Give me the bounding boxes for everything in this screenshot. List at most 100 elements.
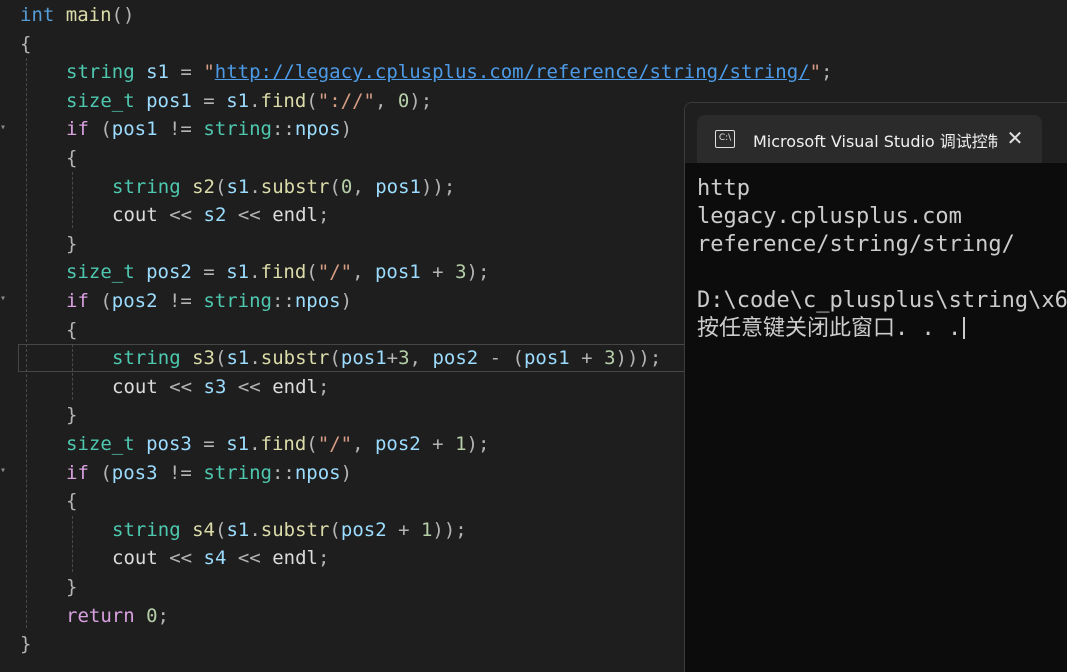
code-token: ,: [409, 347, 433, 370]
fold-marker-icon[interactable]: ▾: [0, 465, 6, 476]
code-line[interactable]: size_t pos3 = s1.find("/", pos2 + 1);: [66, 430, 489, 458]
code-token: pos2: [111, 290, 158, 312]
code-line[interactable]: if (pos1 != string::npos): [66, 115, 352, 143]
code-token: 3: [398, 347, 410, 370]
code-token: .: [249, 89, 261, 112]
debug-console-window[interactable]: C:\ Microsoft Visual Studio 调试控制台 ✕ http…: [684, 102, 1067, 672]
fold-marker-icon[interactable]: ▾: [0, 122, 6, 133]
code-token: pos1: [523, 347, 570, 370]
code-token: <<: [157, 547, 204, 570]
code-token: ;: [157, 604, 169, 627]
code-line[interactable]: string s1 = "http://legacy.cplusplus.com…: [66, 58, 833, 86]
code-token: find: [260, 261, 307, 284]
close-icon[interactable]: ✕: [1002, 125, 1028, 151]
code-token: size_t: [66, 433, 135, 455]
code-token: ;: [317, 547, 330, 570]
url-link[interactable]: http://legacy.cplusplus.com/reference/st…: [215, 61, 810, 83]
code-token: string: [203, 290, 272, 312]
code-token: s1: [146, 61, 169, 84]
code-token: if: [66, 290, 89, 312]
code-token: find: [260, 89, 307, 112]
code-line[interactable]: {: [66, 316, 77, 344]
code-token: s1: [226, 261, 250, 284]
code-token: !=: [157, 118, 204, 141]
code-token: .: [249, 175, 261, 198]
code-token: ::: [271, 290, 295, 312]
code-line[interactable]: return 0;: [66, 602, 169, 630]
code-token: =: [191, 89, 227, 112]
code-line[interactable]: string s4(s1.substr(pos2 + 1));: [112, 516, 467, 544]
code-line[interactable]: {: [20, 30, 31, 58]
code-line[interactable]: if (pos3 != string::npos): [66, 459, 352, 487]
code-line[interactable]: }: [66, 230, 77, 258]
code-line[interactable]: cout << s3 << endl;: [112, 373, 329, 401]
console-tab[interactable]: C:\ Microsoft Visual Studio 调试控制台 ✕: [697, 115, 1042, 163]
code-token: string: [66, 61, 135, 84]
code-token: npos: [294, 290, 341, 312]
code-token: main: [65, 4, 112, 26]
code-token: pos1: [340, 347, 387, 370]
code-token: .: [249, 347, 261, 370]
code-token: ;: [317, 204, 330, 227]
code-token: s2: [192, 175, 215, 198]
code-token: s1: [226, 89, 250, 112]
code-line[interactable]: }: [66, 573, 77, 601]
code-token: ": [809, 61, 822, 84]
code-line[interactable]: int main(): [20, 1, 134, 29]
code-token: 0: [340, 175, 353, 198]
code-line[interactable]: {: [66, 144, 77, 172]
code-token: =: [191, 433, 227, 455]
code-token: }: [66, 232, 78, 255]
indent-guide: [72, 172, 73, 228]
code-token: (: [214, 347, 227, 370]
code-line[interactable]: }: [20, 630, 31, 658]
code-token: );: [466, 261, 490, 284]
indent-guide: [72, 344, 73, 400]
code-line[interactable]: {: [66, 487, 77, 515]
code-token: +: [420, 433, 456, 455]
code-token: ));: [432, 518, 467, 541]
console-tab-title: Microsoft Visual Studio 调试控制台: [753, 132, 998, 150]
code-token: ,: [374, 89, 398, 112]
code-token: string: [112, 347, 181, 370]
code-line[interactable]: cout << s2 << endl;: [112, 201, 329, 229]
code-token: {: [66, 147, 78, 169]
code-line[interactable]: cout << s4 << endl;: [112, 544, 329, 572]
code-token: npos: [294, 118, 341, 141]
console-output[interactable]: http legacy.cplusplus.com reference/stri…: [697, 175, 1067, 343]
code-token: =: [168, 61, 204, 84]
code-token: ,: [352, 433, 375, 455]
code-line[interactable]: if (pos2 != string::npos): [66, 287, 352, 315]
code-token: )));: [615, 347, 662, 370]
code-token: "://": [317, 89, 375, 112]
fold-marker-icon[interactable]: ▾: [0, 293, 6, 304]
code-token: !=: [157, 290, 204, 312]
code-line[interactable]: size_t pos1 = s1.find("://", 0);: [66, 87, 432, 115]
code-token: string: [112, 175, 181, 198]
code-token: +: [386, 518, 421, 541]
code-token: 1: [420, 518, 433, 541]
code-token: <<: [226, 204, 273, 227]
code-token: <<: [226, 375, 273, 398]
code-line[interactable]: size_t pos2 = s1.find("/", pos1 + 3);: [66, 258, 489, 286]
code-line[interactable]: string s2(s1.substr(0, pos1));: [112, 173, 455, 201]
code-line[interactable]: }: [66, 401, 77, 429]
console-titlebar: C:\ Microsoft Visual Studio 调试控制台 ✕: [685, 103, 1067, 163]
console-prompt-line: 按任意键关闭此窗口. . .: [697, 315, 1067, 343]
code-token: string: [203, 118, 272, 141]
code-token: cout: [112, 547, 158, 570]
code-line[interactable]: string s3(s1.substr(pos1+3, pos2 - (pos1…: [112, 344, 661, 372]
code-token: s1: [226, 175, 250, 198]
code-token: return: [66, 604, 135, 627]
code-token: s1: [226, 433, 250, 455]
code-token: (: [88, 118, 112, 141]
code-token: (: [214, 518, 227, 541]
code-token: ));: [420, 175, 456, 198]
code-token: <<: [226, 547, 273, 570]
console-output-line: legacy.cplusplus.com: [697, 204, 962, 229]
code-token: {: [20, 32, 32, 55]
